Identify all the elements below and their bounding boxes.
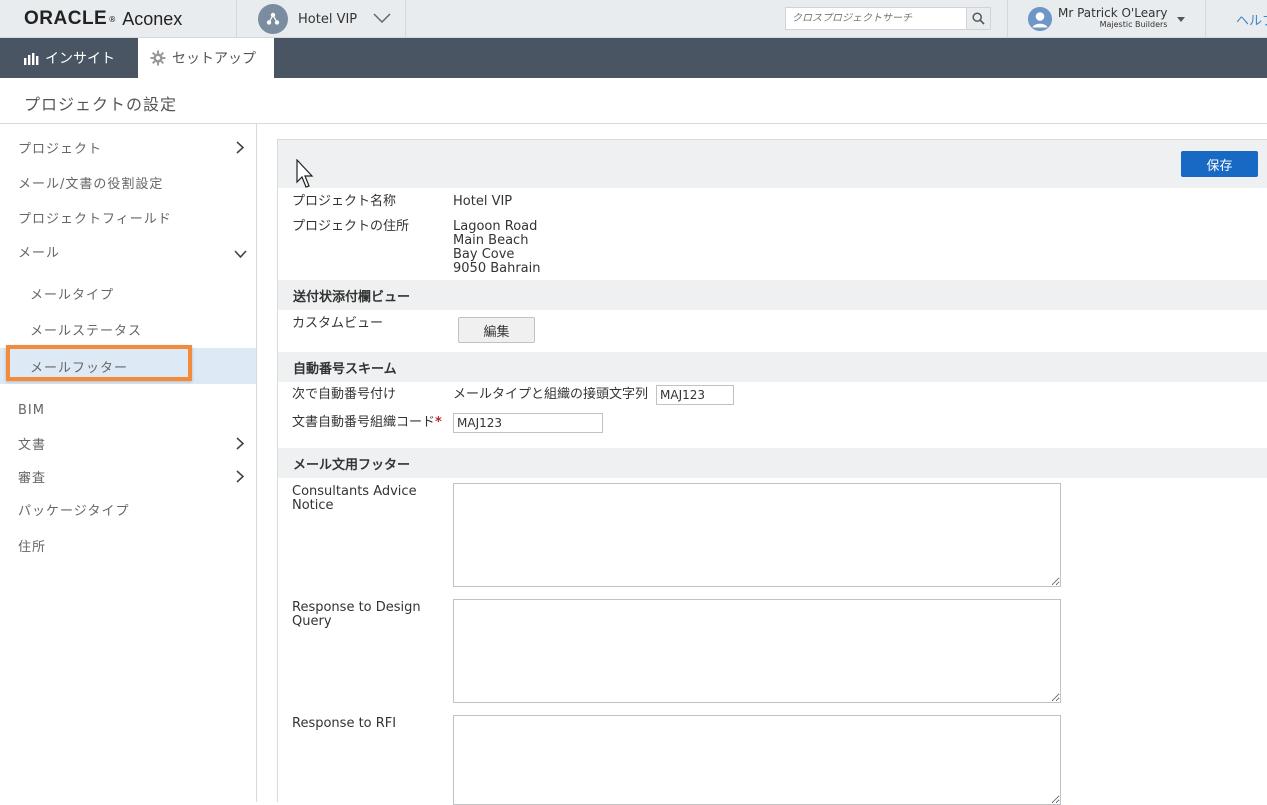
sidebar-item-mail-doc-roles[interactable]: メール/文書の役割設定	[0, 165, 256, 199]
doc-org-code-input[interactable]	[453, 413, 603, 433]
project-name-value: Hotel VIP	[453, 194, 513, 209]
custom-view-label: カスタムビュー	[292, 316, 384, 331]
sidebar-item-label: 文書	[18, 437, 47, 453]
project-address-value: Lagoon Road Main Beach Bay Cove 9050 Bah…	[453, 220, 541, 276]
caret-down-icon	[1177, 16, 1186, 22]
logo-oracle-text: ORACLE	[24, 8, 108, 29]
user-company: Majestic Builders	[1099, 20, 1168, 29]
edit-button[interactable]: 編集	[458, 317, 535, 343]
address-line: Lagoon Road	[453, 219, 538, 234]
sidebar-item-label: BIM	[18, 402, 45, 418]
oracle-aconex-logo[interactable]: ORACLE ® Aconex	[0, 0, 237, 38]
cross-project-search	[785, 7, 991, 30]
sidebar-item-review[interactable]: 審査	[0, 459, 256, 493]
sidebar-item-bim[interactable]: BIM	[0, 393, 256, 427]
sidebar-item-documents[interactable]: 文書	[0, 426, 256, 460]
section-auto-numbering: 自動番号スキーム	[278, 352, 1267, 382]
footer-textarea-consultants-advice[interactable]	[453, 483, 1061, 587]
sidebar-item-mail-status[interactable]: メールステータス	[0, 312, 256, 346]
project-network-icon	[258, 4, 288, 34]
next-auto-number-value: メールタイプと組織の接頭文字列	[453, 387, 649, 402]
section-mail-footer: メール文用フッター	[278, 448, 1267, 478]
sidebar-item-label: メールタイプ	[30, 287, 115, 303]
sidebar-item-label: メール	[18, 245, 61, 261]
logo-registered-mark: ®	[108, 14, 117, 24]
sidebar-item-label: メール/文書の役割設定	[18, 176, 164, 192]
footer-label-consultants-advice: Consultants Advice Notice	[292, 484, 417, 513]
chevron-right-icon	[236, 437, 245, 454]
gear-icon	[150, 50, 166, 66]
sidebar-item-label: パッケージタイプ	[18, 503, 130, 519]
search-icon[interactable]	[966, 8, 990, 29]
chevron-down-icon	[234, 247, 247, 262]
panel-header: 保存	[278, 140, 1267, 188]
doc-org-code-label-text: 文書自動番号組織コード	[292, 415, 436, 430]
footer-label-design-query: Response to Design Query	[292, 600, 421, 629]
address-line: Bay Cove	[453, 247, 515, 262]
bar-chart-icon	[24, 52, 39, 65]
address-line: Main Beach	[453, 233, 529, 248]
sidebar-item-project-fields[interactable]: プロジェクトフィールド	[0, 200, 256, 234]
footer-textarea-rfi[interactable]	[453, 715, 1061, 805]
search-input[interactable]	[786, 8, 966, 29]
chevron-right-icon	[236, 141, 245, 158]
settings-panel: 保存 プロジェクト名称 Hotel VIP プロジェクトの住所 Lagoon R…	[277, 139, 1267, 805]
sidebar-item-mail[interactable]: メール	[0, 234, 256, 268]
project-selector[interactable]: Hotel VIP	[238, 0, 406, 38]
sidebar-item-project[interactable]: プロジェクト	[0, 130, 256, 164]
sidebar: プロジェクト メール/文書の役割設定 プロジェクトフィールド メール メールタイ…	[0, 124, 257, 802]
section-transmittal-view: 送付状添付欄ビュー	[278, 280, 1267, 310]
tab-insight[interactable]: インサイト	[0, 38, 138, 78]
tab-insight-label: インサイト	[45, 51, 115, 67]
project-name-label: プロジェクト名称	[292, 194, 397, 209]
main-nav: インサイト セットアップ	[0, 38, 1267, 78]
tab-setup[interactable]: セットアップ	[138, 38, 274, 78]
sidebar-item-label: プロジェクトフィールド	[18, 211, 172, 227]
next-auto-number-label: 次で自動番号付け	[292, 387, 397, 402]
chevron-right-icon	[236, 470, 245, 487]
save-button[interactable]: 保存	[1181, 151, 1258, 177]
doc-org-code-label: 文書自動番号組織コード*	[292, 416, 442, 430]
sidebar-item-label: メールステータス	[30, 323, 143, 339]
mouse-pointer-icon	[296, 158, 316, 193]
user-avatar-icon	[1028, 7, 1052, 31]
sidebar-item-label: 審査	[18, 470, 47, 486]
logo-aconex-text: Aconex	[122, 8, 183, 29]
project-name: Hotel VIP	[298, 11, 358, 27]
page-title: プロジェクトの設定	[24, 95, 178, 114]
sidebar-item-mail-types[interactable]: メールタイプ	[0, 276, 256, 310]
footer-textarea-design-query[interactable]	[453, 599, 1061, 703]
sidebar-item-label: 住所	[18, 539, 47, 555]
user-name: Mr Patrick O'Leary	[1058, 6, 1168, 20]
chevron-down-icon	[373, 12, 391, 27]
required-mark: *	[435, 415, 442, 430]
user-info: Mr Patrick O'Leary Majestic Builders	[1058, 7, 1167, 31]
tab-setup-label: セットアップ	[172, 51, 256, 67]
top-bar: ORACLE® Aconex Hotel VIP Mr Patrick O'Le…	[0, 0, 1267, 38]
help-link[interactable]: ヘルプ	[1236, 10, 1267, 29]
next-auto-number-input[interactable]	[656, 385, 734, 405]
footer-label-rfi: Response to RFI	[292, 716, 397, 731]
address-line: 9050 Bahrain	[453, 261, 541, 276]
sidebar-item-label: プロジェクト	[18, 141, 103, 157]
sidebar-item-addresses[interactable]: 住所	[0, 528, 256, 562]
highlight-box	[6, 345, 192, 381]
user-menu[interactable]: Mr Patrick O'Leary Majestic Builders	[1007, 0, 1206, 38]
sidebar-item-package-types[interactable]: パッケージタイプ	[0, 492, 256, 526]
project-address-label: プロジェクトの住所	[292, 219, 410, 234]
